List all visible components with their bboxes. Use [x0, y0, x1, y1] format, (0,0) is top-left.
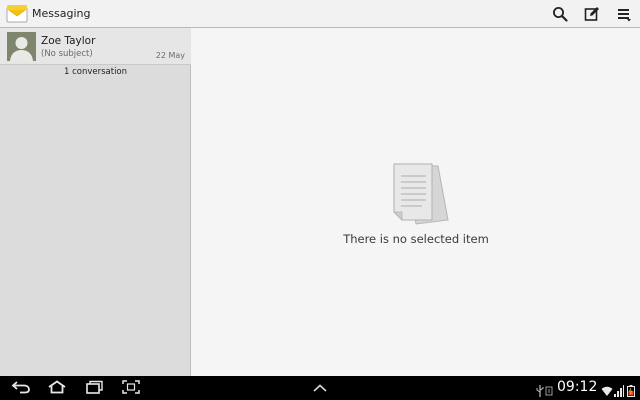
empty-state-message: There is no selected item	[343, 232, 489, 246]
message-detail-pane: There is no selected item	[192, 28, 640, 376]
menu-icon	[616, 6, 632, 22]
action-bar: Messaging	[0, 0, 640, 28]
usb-icon	[536, 382, 544, 397]
document-icon	[386, 158, 450, 228]
message-date: 22 May	[155, 51, 185, 60]
battery-icon	[627, 382, 635, 397]
recent-apps-icon	[84, 379, 104, 398]
envelope-icon[interactable]	[6, 3, 28, 25]
home-button[interactable]	[44, 379, 70, 397]
screenshot-icon	[121, 379, 141, 398]
wifi-icon	[601, 382, 613, 396]
search-icon	[552, 6, 568, 22]
list-item[interactable]: Zoe Taylor (No subject) 22 May	[0, 28, 191, 65]
system-bar: 09:12	[0, 376, 640, 400]
menu-button[interactable]	[613, 3, 635, 25]
message-subject: (No subject)	[41, 49, 93, 59]
compose-button[interactable]	[581, 3, 603, 25]
screenshot-button[interactable]	[118, 379, 144, 397]
conversation-list: Zoe Taylor (No subject) 22 May 1 convers…	[0, 28, 191, 376]
notification-icon	[545, 382, 553, 396]
search-button[interactable]	[549, 3, 571, 25]
app-title: Messaging	[32, 7, 91, 20]
conversation-count: 1 conversation	[63, 67, 128, 77]
contact-name: Zoe Taylor	[41, 35, 96, 47]
status-clock: 09:12	[557, 379, 598, 395]
show-more-button[interactable]	[307, 379, 333, 397]
signal-icon	[614, 382, 624, 397]
home-icon	[47, 379, 67, 398]
back-button[interactable]	[8, 379, 34, 397]
chevron-up-icon	[311, 379, 329, 398]
avatar	[7, 32, 36, 61]
compose-icon	[584, 6, 600, 22]
recent-apps-button[interactable]	[81, 379, 107, 397]
back-icon	[11, 379, 31, 398]
